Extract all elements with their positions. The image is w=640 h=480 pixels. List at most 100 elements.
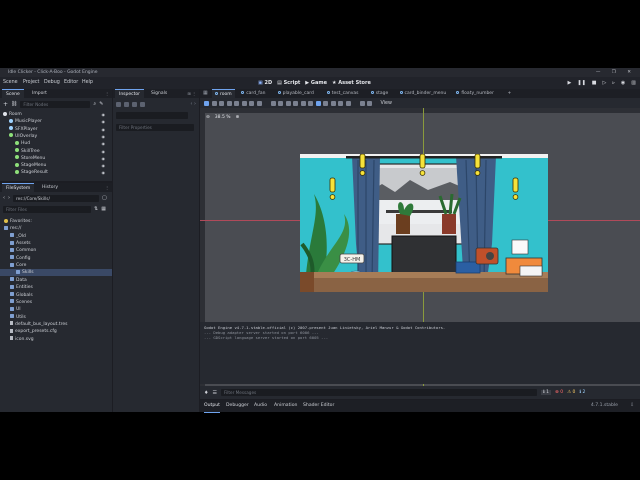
scene-node[interactable]: MusicPlayer ◉ (9, 118, 109, 125)
play-custom-icon[interactable]: ▹ (612, 77, 615, 89)
camera-override-icon[interactable] (323, 100, 328, 106)
filesystem-item[interactable]: res:// (0, 225, 112, 232)
filesystem-item[interactable]: icon.svg (0, 336, 112, 343)
grid-snap-icon[interactable] (278, 100, 283, 106)
scene-node[interactable]: StoreMenu ◉ (15, 155, 109, 162)
anchor-icon[interactable] (338, 100, 343, 106)
workspace-asset-store[interactable]: ★ Asset Store (332, 77, 371, 89)
scene-tab[interactable]: card_binder_menu (397, 89, 450, 98)
pivot-tool-icon[interactable] (241, 100, 247, 106)
filesystem-item[interactable]: Config (0, 255, 112, 262)
visibility-icon[interactable]: ◉ (102, 140, 107, 147)
scene-tab[interactable]: room (212, 89, 235, 98)
workspace-script[interactable]: ▤ Script (277, 77, 300, 89)
instance-icon[interactable]: ⛓ (11, 101, 17, 107)
filter-files-input[interactable]: Filter Files (3, 205, 91, 213)
stop-icon[interactable]: ■ (592, 77, 597, 89)
tab-import[interactable]: Import (28, 89, 51, 98)
filter-messages-input[interactable]: Filter Messages (220, 389, 537, 396)
filesystem-item[interactable]: Scenes (0, 299, 112, 306)
room-scene[interactable]: 3C-HM (300, 154, 548, 292)
dock-menu-icon[interactable]: ⊞ ⋮ (187, 89, 196, 98)
visibility-icon[interactable]: ◉ (102, 155, 107, 162)
menu-scene[interactable]: Scene (3, 77, 18, 89)
visibility-icon[interactable]: ◉ (102, 126, 107, 133)
scene-tab[interactable]: test_canvas (324, 89, 362, 98)
filesystem-item[interactable]: UI (0, 306, 112, 313)
back-icon[interactable]: ‹ (3, 195, 5, 201)
filesystem-item[interactable]: export_presets.cfg (0, 328, 112, 335)
add-scene-tab-icon[interactable]: + (505, 89, 515, 98)
copy-output-icon[interactable]: ☰ (212, 390, 216, 396)
group-icon[interactable] (300, 100, 306, 106)
filesystem-item[interactable]: _Old (0, 233, 112, 240)
tab-scene[interactable]: Scene (2, 89, 24, 98)
dock-menu-icon[interactable]: ⋮ (105, 89, 109, 98)
visibility-icon[interactable]: ◉ (102, 118, 107, 125)
filesystem-item[interactable]: Favorites: (0, 218, 112, 225)
zoom-level[interactable]: 38.5 % (215, 115, 231, 120)
renderer-icon[interactable]: ▥ (631, 77, 636, 89)
path-field[interactable]: res://Core/Skills/ (13, 194, 99, 202)
menu-editor[interactable]: Editor (64, 77, 78, 89)
layout-icon[interactable]: ▦ (101, 206, 106, 212)
tab-history[interactable]: History (38, 183, 62, 192)
bone-icon[interactable] (315, 100, 321, 106)
filesystem-item[interactable]: Data (0, 277, 112, 284)
resource-menu-icon[interactable] (140, 101, 145, 107)
filesystem-item[interactable]: Skills (0, 269, 112, 277)
visibility-icon[interactable]: ◉ (102, 169, 107, 176)
scene-tabs-menu-icon[interactable]: ▦ (203, 89, 208, 98)
object-path-field[interactable] (116, 111, 188, 119)
history-back-icon[interactable]: ‹ › (190, 101, 196, 107)
snap-options-icon[interactable] (285, 100, 291, 106)
move-tool-icon[interactable] (211, 100, 217, 106)
skeleton-icon[interactable] (308, 100, 313, 106)
window-controls[interactable]: — ❐ ✕ (596, 68, 636, 77)
tab-shader-editor[interactable]: Shader Editor (303, 400, 334, 412)
pan-tool-icon[interactable] (249, 100, 254, 106)
save-resource-icon[interactable] (132, 101, 137, 107)
scene-node[interactable]: SkillTree ◉ (15, 148, 109, 155)
tab-audio[interactable]: Audio (254, 400, 267, 412)
filesystem-item[interactable]: Common (0, 247, 112, 254)
search-options-icon[interactable]: ⌕ (93, 101, 96, 107)
zoom-in-icon[interactable]: ⊕ (236, 115, 240, 120)
menu-debug[interactable]: Debug (44, 77, 60, 89)
scene-node[interactable]: StageResult ◉ (15, 169, 109, 176)
tab-animation[interactable]: Animation (274, 400, 297, 412)
filesystem-item[interactable]: default_bus_layout.tres (0, 321, 112, 328)
workspace-game[interactable]: ▶ Game (305, 77, 327, 89)
workspace-2d[interactable]: ▣ 2D (258, 77, 272, 89)
scene-node[interactable]: SFXPlayer ◉ (9, 126, 109, 133)
select-tool-icon[interactable] (204, 100, 209, 106)
lock-icon[interactable] (293, 100, 298, 106)
visibility-icon[interactable]: ◉ (102, 133, 107, 140)
view-menu[interactable]: View (381, 101, 392, 106)
filesystem-item[interactable]: Utils (0, 314, 112, 321)
scene-node[interactable]: StageMenu ◉ (15, 162, 109, 169)
scene-node[interactable]: Hud ◉ (15, 140, 109, 147)
filter-nodes-input[interactable]: Filter Nodes (20, 100, 91, 108)
error-count-badge[interactable]: ⊗ 0 (555, 390, 563, 395)
filesystem-item[interactable]: Core (0, 262, 112, 269)
scene-tab[interactable]: floaty_number (453, 89, 497, 98)
forward-icon[interactable]: › (8, 195, 10, 201)
paint-icon[interactable] (359, 100, 365, 106)
play-icon[interactable]: ▶ (568, 77, 572, 89)
clear-output-icon[interactable]: ♦ (204, 390, 208, 396)
menu-help[interactable]: Help (82, 77, 93, 89)
tab-debugger[interactable]: Debugger (226, 400, 249, 412)
play-scene-icon[interactable]: ▷ (603, 77, 607, 89)
key-icon[interactable] (345, 100, 351, 106)
dock-menu-icon[interactable]: ⋮ (105, 183, 109, 192)
sort-icon[interactable]: ⇅ (94, 206, 98, 212)
menu-project[interactable]: Project (23, 77, 39, 89)
scene-tab[interactable]: card_fan (238, 89, 268, 98)
visibility-icon[interactable] (330, 100, 336, 106)
scene-tab[interactable]: playable_card (275, 89, 317, 98)
tab-signals[interactable]: Signals (147, 89, 171, 98)
message-count-badge[interactable]: ℹ 2 (579, 390, 585, 395)
tab-output[interactable]: Output (204, 400, 220, 413)
script-attach-icon[interactable]: ✎ (99, 101, 103, 107)
